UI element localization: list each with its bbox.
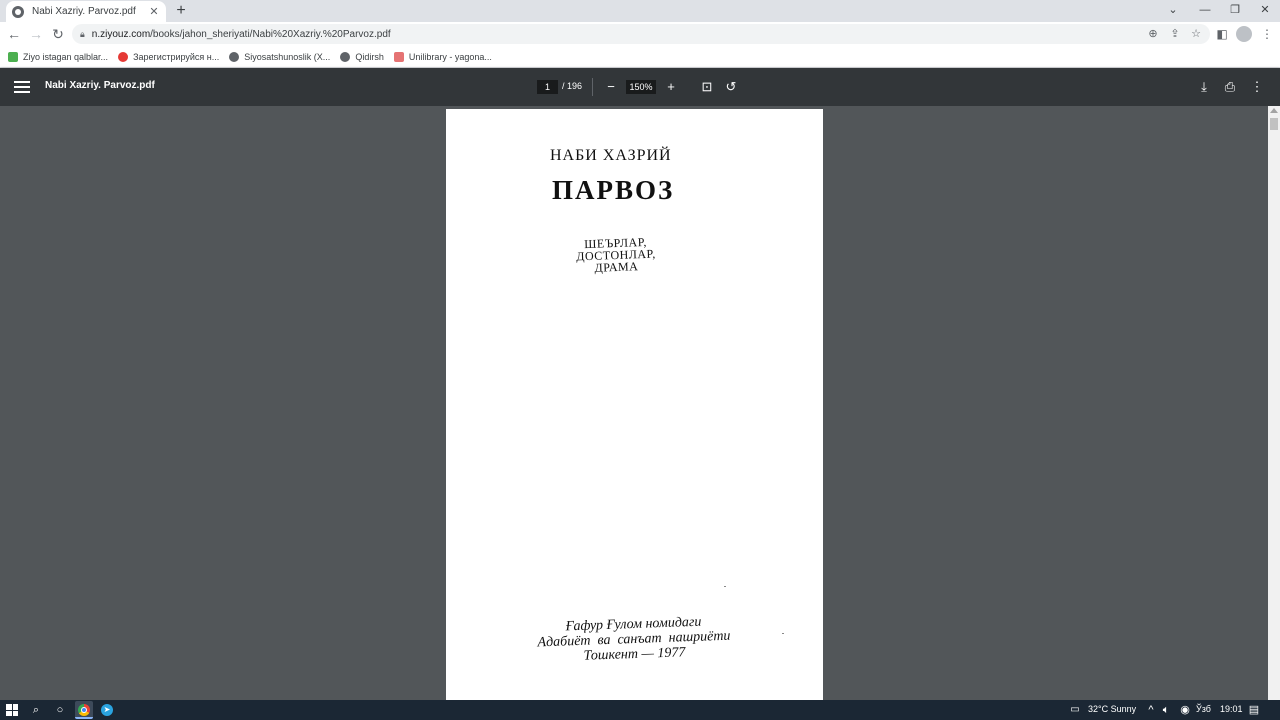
bookmark-item[interactable]: Qidirsh xyxy=(340,51,384,62)
share-icon[interactable]: ⇪ xyxy=(1167,26,1183,42)
tab-search-icon[interactable]: ⌄ xyxy=(1158,0,1188,22)
tab-strip: Nabi Xazriy. Parvoz.pdf ✕ + ⌄ — ❐ ✕ xyxy=(0,0,1280,22)
publisher-info: Ғафур Ғулом номидаги Адабиёт ва санъат н… xyxy=(503,612,764,666)
browser-menu-icon[interactable]: ⋮ xyxy=(1258,25,1276,43)
pdf-toolbar: Nabi Xazriy. Parvoz.pdf 1 / 196 − 150% +… xyxy=(0,68,1280,106)
divider xyxy=(592,78,593,96)
browser-toolbar: ← → ↻ 🔒︎ n.ziyouz.com/books/jahon_sheriy… xyxy=(0,22,1280,46)
library-icon xyxy=(393,51,404,62)
reload-icon[interactable]: ↻ xyxy=(49,25,67,43)
heart-icon xyxy=(118,51,129,62)
chrome-taskbar-icon[interactable] xyxy=(75,701,93,719)
taskbar: ⌕ ○ ➤ ▭ 32°C Sunny ^ 🔈︎ ◉ Ўзб 19:01 ▤ xyxy=(0,700,1280,720)
zoom-in-icon[interactable]: + xyxy=(661,77,681,97)
profile-avatar[interactable] xyxy=(1236,26,1252,42)
minimize-button[interactable]: — xyxy=(1190,0,1220,22)
bookmark-item[interactable]: Ziyo istagan qalblar... xyxy=(8,51,108,62)
new-tab-button[interactable]: + xyxy=(172,2,190,20)
language-indicator[interactable]: Ўзб xyxy=(1196,704,1211,714)
download-icon[interactable]: ⤓ xyxy=(1194,77,1214,97)
fit-page-icon[interactable]: ⊡ xyxy=(697,77,717,97)
pdf-title: Nabi Xazriy. Parvoz.pdf xyxy=(45,80,155,91)
close-window-button[interactable]: ✕ xyxy=(1250,0,1280,22)
tab-title: Nabi Xazriy. Parvoz.pdf xyxy=(32,6,136,17)
forward-icon[interactable]: → xyxy=(27,25,45,43)
volume-icon[interactable]: 🔈︎ xyxy=(1158,702,1174,718)
notifications-icon[interactable]: ▤ xyxy=(1246,702,1262,718)
scroll-up-arrow-icon[interactable] xyxy=(1270,108,1278,113)
bookmark-item[interactable]: Unilibrary - yagona... xyxy=(393,51,492,62)
tab-active[interactable]: Nabi Xazriy. Parvoz.pdf ✕ xyxy=(6,1,166,22)
address-bar[interactable]: 🔒︎ n.ziyouz.com/books/jahon_sheriyati/Na… xyxy=(72,24,1210,44)
hamburger-menu-icon[interactable] xyxy=(14,78,30,96)
bookmarks-bar: Ziyo istagan qalblar... Зарегистрируйся … xyxy=(0,46,1280,68)
tab-close-icon[interactable]: ✕ xyxy=(148,5,160,18)
windows-start-icon[interactable] xyxy=(6,704,18,716)
bookmark-star-icon[interactable]: ☆ xyxy=(1188,26,1204,42)
chevron-up-icon[interactable]: ^ xyxy=(1143,702,1159,718)
more-options-icon[interactable]: ⋮ xyxy=(1247,77,1267,97)
book-author: НАБИ ХАЗРИЙ xyxy=(550,147,672,164)
book-genres: ШЕЪРЛАР, ДОСТОНЛАР, ДРАМА xyxy=(547,235,684,276)
zoom-icon[interactable]: ⊕ xyxy=(1145,26,1161,42)
zoom-out-icon[interactable]: − xyxy=(601,77,621,97)
network-icon[interactable]: ◉ xyxy=(1177,702,1193,718)
pdf-viewer-area[interactable]: НАБИ ХАЗРИЙ ПАРВОЗ ШЕЪРЛАР, ДОСТОНЛАР, Д… xyxy=(0,106,1268,700)
pdf-page: НАБИ ХАЗРИЙ ПАРВОЗ ШЕЪРЛАР, ДОСТОНЛАР, Д… xyxy=(446,109,823,700)
side-panel-icon[interactable]: ◧ xyxy=(1213,25,1231,43)
scan-speck xyxy=(782,633,784,634)
page-total: / 196 xyxy=(562,81,583,91)
print-icon[interactable]: ⎙ xyxy=(1220,77,1240,97)
telegram-taskbar-icon[interactable]: ➤ xyxy=(98,701,116,719)
scroll-thumb[interactable] xyxy=(1270,118,1278,130)
book-title: ПАРВОЗ xyxy=(552,175,675,205)
globe-icon xyxy=(340,51,351,62)
task-view-icon[interactable]: ○ xyxy=(52,702,68,718)
rotate-icon[interactable]: ↺ xyxy=(721,77,741,97)
globe-icon xyxy=(12,5,24,18)
back-icon[interactable]: ← xyxy=(5,25,23,43)
zoom-input[interactable]: 150% xyxy=(626,80,656,94)
weather-icon[interactable]: ▭ xyxy=(1067,702,1083,718)
clock-time[interactable]: 19:01 xyxy=(1220,704,1243,714)
scan-speck xyxy=(724,586,726,587)
bookmark-item[interactable]: Зарегистрируйся н... xyxy=(118,51,219,62)
restore-button[interactable]: ❐ xyxy=(1220,0,1250,22)
bookmark-favicon-icon xyxy=(8,51,18,62)
bookmark-item[interactable]: Siyosatshunoslik (X... xyxy=(229,51,330,62)
page-number-input[interactable]: 1 xyxy=(537,80,558,94)
lock-icon[interactable]: 🔒︎ xyxy=(80,29,85,40)
vertical-scrollbar[interactable] xyxy=(1268,106,1280,700)
search-icon[interactable]: ⌕ xyxy=(28,702,44,718)
weather-text[interactable]: 32°C Sunny xyxy=(1088,704,1136,714)
globe-icon xyxy=(229,51,240,62)
url-text[interactable]: n.ziyouz.com/books/jahon_sheriyati/Nabi%… xyxy=(92,29,391,40)
